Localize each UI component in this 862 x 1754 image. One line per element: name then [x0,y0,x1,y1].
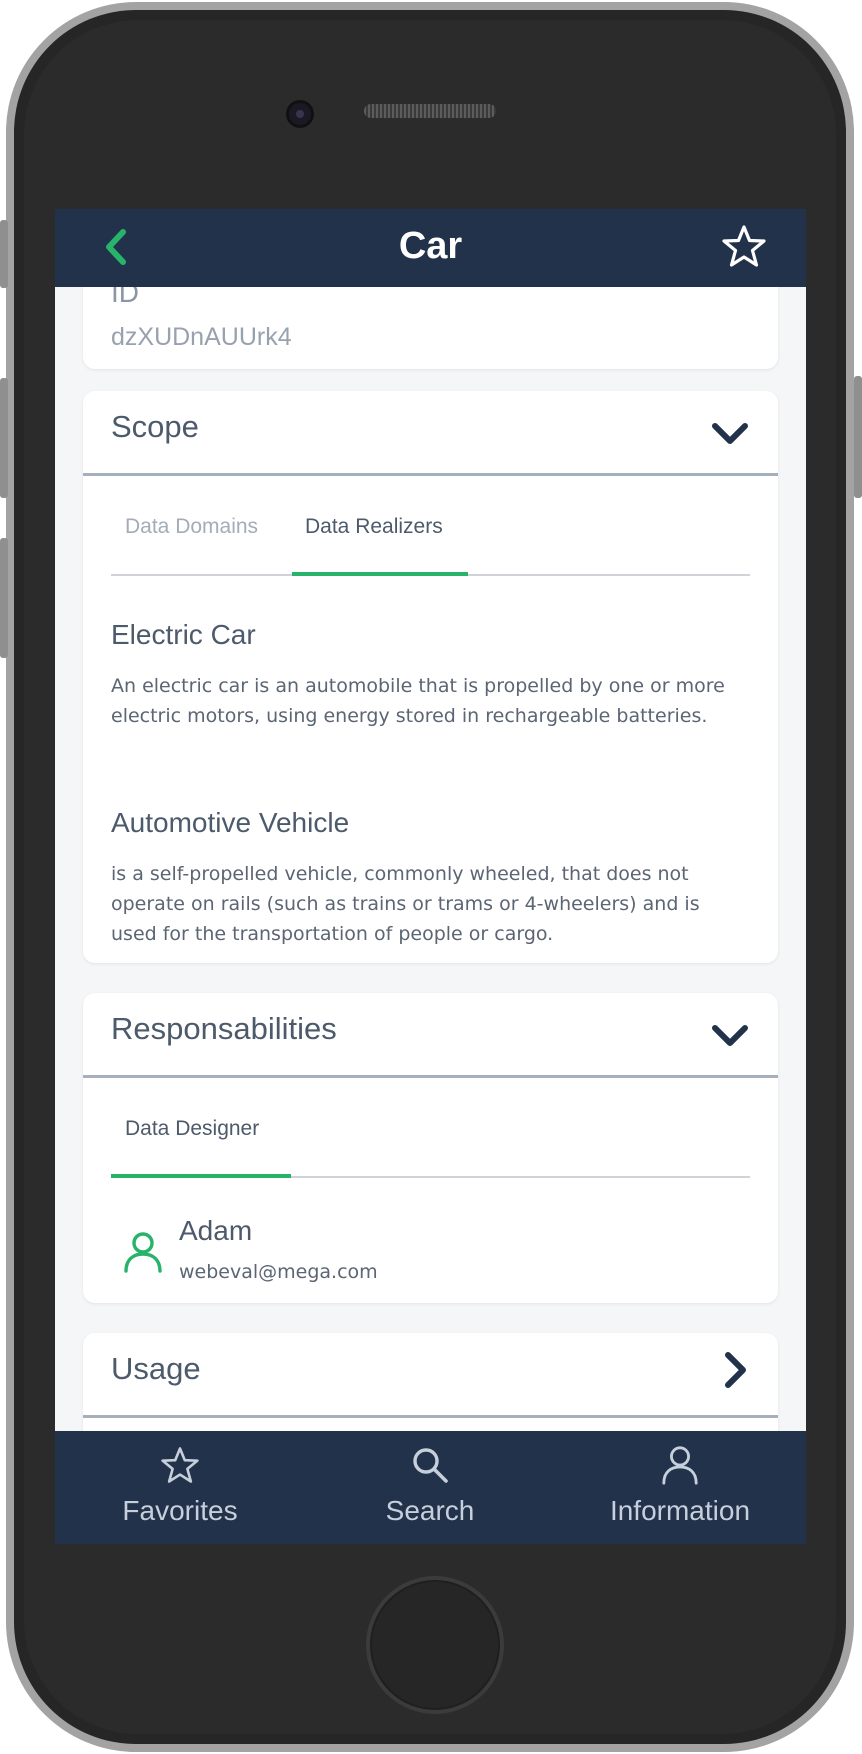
chevron-down-icon[interactable] [711,421,749,451]
search-icon [413,1448,448,1483]
mute-switch [0,220,8,288]
tab-data-designer[interactable]: Data Designer [125,1117,259,1141]
person-name: Adam [179,1215,253,1246]
person-email[interactable]: webeval@mega.com [179,1261,378,1283]
chevron-down-icon[interactable] [711,1023,749,1053]
scope-header[interactable]: Scope [83,391,778,476]
scope-card: Scope Data Domains Data Realizers Electr… [83,391,778,963]
power-button [854,376,862,498]
volume-up-button [0,378,8,498]
tab-active-indicator [292,572,468,576]
nav-favorites-label: Favorites [122,1495,238,1526]
home-button[interactable] [366,1576,504,1714]
page-title: Car [398,225,463,267]
id-value: dzXUDnAUUrk4 [111,323,292,351]
user-icon [662,1446,698,1485]
chevron-right-icon[interactable] [723,1351,749,1393]
nav-search-label: Search [385,1495,475,1526]
app-screen: Car ID dzXUDnAUUrk4 Scope Data Domains D… [55,209,806,1544]
tab-data-realizers[interactable]: Data Realizers [305,515,443,539]
tab-data-domains[interactable]: Data Domains [125,515,258,539]
volume-down-button [0,538,8,658]
top-bar: Car [55,209,806,287]
bottom-nav: Favorites Search Information [55,1431,806,1544]
scope-title: Scope [111,409,199,444]
nav-information[interactable]: Information [555,1431,805,1544]
responsibilities-header[interactable]: Responsabilities [83,993,778,1078]
user-icon [123,1231,163,1277]
usage-header[interactable]: Usage [83,1333,778,1418]
favorite-star-icon[interactable] [721,224,767,272]
scope-item-title: Automotive Vehicle [111,807,350,838]
nav-search[interactable]: Search [305,1431,555,1544]
earpiece-speaker [364,104,496,118]
tab-active-indicator [111,1174,291,1178]
scope-item-description: An electric car is an automobile that is… [111,675,725,727]
usage-title: Usage [111,1351,201,1386]
scope-item-description: is a self-propelled vehicle, commonly wh… [111,863,700,945]
scope-item-title: Electric Car [111,619,256,650]
responsibilities-title: Responsabilities [111,1011,337,1046]
star-icon [161,1447,199,1483]
nav-information-label: Information [609,1495,751,1526]
front-camera [286,100,314,128]
responsibilities-card: Responsabilities Data Designer Adam webe… [83,993,778,1303]
nav-favorites[interactable]: Favorites [55,1431,305,1544]
